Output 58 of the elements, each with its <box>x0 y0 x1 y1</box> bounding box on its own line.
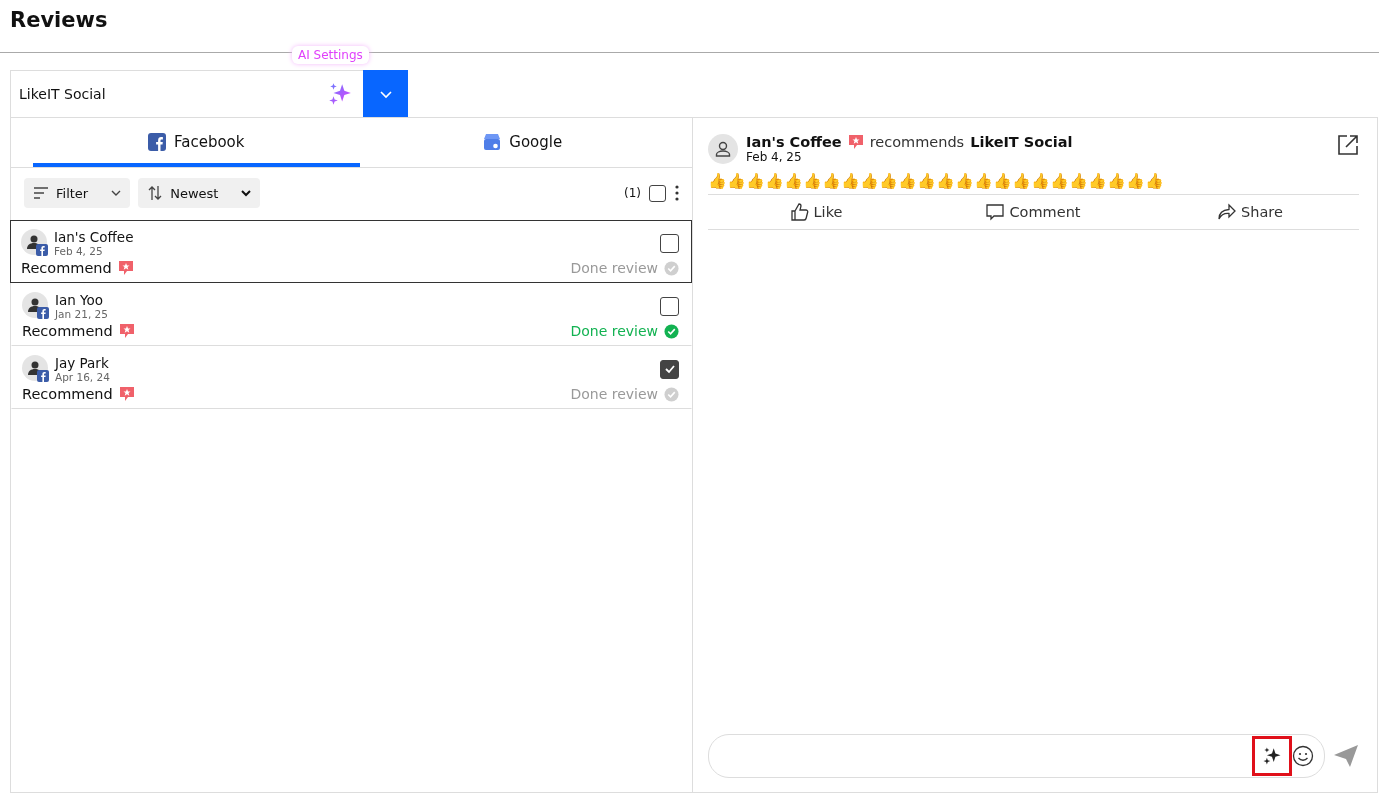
comment-icon <box>986 203 1005 221</box>
avatar-icon <box>21 229 49 257</box>
more-icon[interactable] <box>674 185 680 201</box>
reviewer-name: Jay Park <box>55 355 110 371</box>
chevron-down-icon <box>240 187 253 199</box>
post-action[interactable]: Share <box>1142 195 1359 229</box>
thumbs-up-icon <box>790 203 809 221</box>
review-date: Feb 4, 25 <box>54 245 104 257</box>
review-type: Recommend <box>21 260 112 276</box>
recommends-label: recommends <box>869 134 965 150</box>
review-checkbox[interactable] <box>660 233 679 253</box>
post-action[interactable]: Like <box>708 195 925 229</box>
avatar-icon <box>22 355 50 383</box>
open-external-icon[interactable] <box>1337 134 1359 156</box>
review-text: 👍👍👍👍👍👍👍👍👍👍👍👍👍👍👍👍👍👍👍👍👍👍👍👍 <box>708 172 1359 195</box>
comment-field[interactable] <box>708 734 1325 778</box>
review-checkbox[interactable] <box>660 359 679 379</box>
ai-settings-tooltip: AI Settings <box>292 46 369 64</box>
post-date: Feb 4, 25 <box>746 150 803 164</box>
author-name: Ian's Coffee <box>746 134 842 150</box>
share-icon <box>1218 203 1237 221</box>
review-type: Recommend <box>22 386 113 402</box>
account-select[interactable]: LikeIT Social <box>10 70 317 117</box>
send-icon[interactable] <box>1333 744 1359 768</box>
review-type: Recommend <box>22 323 113 339</box>
review-item[interactable]: Ian's Coffee Feb 4, 25 Recommend Done review <box>10 220 692 283</box>
selected-count: (1) <box>624 186 641 200</box>
page-name: LikeIT Social <box>970 134 1073 150</box>
sparkles-icon[interactable] <box>1252 736 1292 776</box>
review-item[interactable]: Ian Yoo Jan 21, 25 Recommend Done review <box>11 283 692 346</box>
sort-icon <box>148 185 163 201</box>
review-date: Jan 21, 25 <box>55 308 108 320</box>
post-action[interactable]: Comment <box>925 195 1142 229</box>
user-avatar-icon <box>708 134 738 164</box>
tab[interactable]: Google <box>359 121 686 167</box>
review-checkbox[interactable] <box>660 296 679 316</box>
reviewer-name: Ian Yoo <box>55 292 105 308</box>
avatar-icon <box>22 292 50 320</box>
facebook-icon <box>148 133 166 151</box>
store-icon <box>483 133 502 151</box>
filter-select[interactable]: Filter <box>24 178 131 208</box>
checkmark-icon <box>663 363 676 375</box>
recommend-icon <box>847 134 864 150</box>
recommend-icon <box>118 323 135 339</box>
review-date: Apr 16, 24 <box>55 371 110 383</box>
tab[interactable]: Facebook <box>33 121 360 167</box>
filter-icon <box>34 187 48 199</box>
page-title: Reviews <box>9 7 109 34</box>
review-status: Done review <box>570 260 658 276</box>
reviewer-name: Ian's Coffee <box>54 229 134 245</box>
select-all-checkbox[interactable] <box>649 184 666 202</box>
emoji-icon[interactable] <box>1292 745 1314 767</box>
review-item[interactable]: Jay Park Apr 16, 24 Recommend Done review <box>11 346 692 409</box>
review-status: Done review <box>570 323 658 339</box>
sort-select[interactable]: Newest <box>138 178 261 208</box>
recommend-icon <box>117 260 134 276</box>
recommend-icon <box>118 386 135 402</box>
review-status: Done review <box>570 386 658 402</box>
